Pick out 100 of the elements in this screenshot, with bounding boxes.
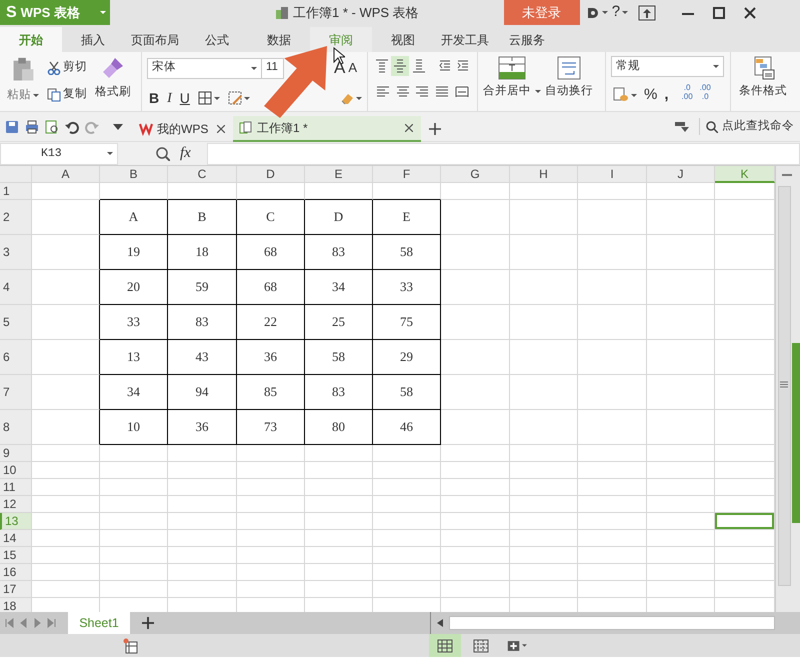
- column-header[interactable]: G: [441, 166, 510, 183]
- shrink-font-button[interactable]: A: [345, 56, 358, 80]
- dropdown-icon[interactable]: [113, 124, 123, 130]
- paste-button[interactable]: 粘贴: [5, 84, 41, 107]
- row-header[interactable]: 10: [0, 462, 32, 479]
- scroll-thumb[interactable]: [449, 616, 775, 630]
- row-header[interactable]: 17: [0, 581, 32, 598]
- copy-button[interactable]: 复制: [45, 83, 89, 107]
- print-icon[interactable]: [25, 120, 39, 134]
- ribbon-tab[interactable]: 页面布局: [124, 27, 186, 52]
- table-cell: 20: [100, 270, 168, 305]
- italic-button[interactable]: I: [165, 86, 174, 110]
- column-header[interactable]: D: [237, 166, 305, 183]
- column-header[interactable]: A: [32, 166, 100, 183]
- table-cell: 10: [100, 410, 168, 445]
- row-header[interactable]: 5: [0, 305, 32, 340]
- caret-icon: [100, 11, 106, 14]
- font-size-field[interactable]: 11: [262, 58, 284, 78]
- row-header[interactable]: 14: [0, 530, 32, 547]
- caret-icon: [356, 96, 362, 100]
- print-preview-icon[interactable]: [45, 120, 59, 134]
- view-button[interactable]: [429, 634, 461, 657]
- sheet-tab[interactable]: Sheet1: [68, 612, 130, 634]
- undo-icon[interactable]: [65, 120, 79, 134]
- vertical-scrollbar[interactable]: [775, 166, 800, 612]
- ribbon-tab[interactable]: 视图: [372, 27, 434, 52]
- table-cell: 75: [373, 305, 441, 340]
- save-icon[interactable]: [5, 120, 19, 134]
- selected-cell[interactable]: [715, 513, 775, 530]
- decrease-decimal-button[interactable]: .00 .0: [698, 83, 713, 107]
- row-header[interactable]: 18: [0, 598, 32, 612]
- scroll-thumb[interactable]: [778, 186, 791, 586]
- column-header[interactable]: B: [100, 166, 168, 183]
- row-header[interactable]: 11: [0, 479, 32, 496]
- ribbon-tab[interactable]: 数据: [248, 27, 310, 52]
- insert-function-button[interactable]: fx: [178, 142, 193, 166]
- document-tab[interactable]: 工作簿1 *: [233, 116, 421, 142]
- table-cell: 58: [373, 235, 441, 270]
- align-middle-button[interactable]: [391, 56, 410, 76]
- name-box[interactable]: K13: [0, 142, 118, 164]
- add-sheet-icon[interactable]: [142, 617, 154, 629]
- table-cell: D: [305, 200, 373, 235]
- row-header[interactable]: 3: [0, 235, 32, 270]
- table-cell: 33: [100, 305, 168, 340]
- row-header[interactable]: 8: [0, 410, 32, 445]
- underline-button[interactable]: U: [178, 86, 192, 110]
- column-header[interactable]: F: [373, 166, 441, 183]
- ribbon-tab[interactable]: 开始: [0, 27, 62, 52]
- row-header[interactable]: 7: [0, 375, 32, 410]
- document-tab[interactable]: 我的WPS: [133, 116, 233, 142]
- table-cell: 34: [100, 375, 168, 410]
- table-cell: E: [373, 200, 441, 235]
- column-header[interactable]: J: [647, 166, 715, 183]
- ribbon-tab[interactable]: 开发工具: [434, 27, 496, 52]
- command-search-field[interactable]: 点此查找命令: [699, 118, 800, 136]
- panel-toggle-icon[interactable]: [675, 120, 689, 132]
- row-header[interactable]: 9: [0, 445, 32, 462]
- row-header[interactable]: 15: [0, 547, 32, 564]
- conditional-format-button[interactable]: 条件格式: [737, 56, 789, 108]
- document-status-icon[interactable]: [123, 638, 139, 654]
- percent-button[interactable]: %: [642, 83, 660, 107]
- table-cell: 22: [237, 305, 305, 340]
- table-cell: 94: [168, 375, 237, 410]
- row-header[interactable]: 12: [0, 496, 32, 513]
- row-header[interactable]: 1: [0, 183, 32, 200]
- caret-icon: [622, 11, 628, 14]
- ribbon-tab[interactable]: 云服务: [496, 27, 558, 52]
- format-painter-button[interactable]: 格式刷: [93, 56, 133, 108]
- column-header[interactable]: C: [168, 166, 237, 183]
- ribbon-tab[interactable]: 插入: [62, 27, 124, 52]
- close-icon[interactable]: [744, 6, 756, 18]
- table-cell: 25: [305, 305, 373, 340]
- close-tab-button[interactable]: [403, 124, 415, 132]
- column-header[interactable]: I: [578, 166, 647, 183]
- cut-button[interactable]: 剪切: [45, 56, 89, 80]
- merge-center-button[interactable]: 合并居中: [483, 56, 541, 108]
- column-header[interactable]: H: [510, 166, 578, 183]
- bold-button[interactable]: B: [147, 86, 162, 110]
- wrap-text-button[interactable]: 自动换行: [545, 56, 593, 108]
- ribbon-tab[interactable]: 公式: [186, 27, 248, 52]
- row-header[interactable]: 16: [0, 564, 32, 581]
- close-tab-button[interactable]: [215, 124, 227, 132]
- pin-icon[interactable]: [638, 4, 656, 20]
- app-dropdown-button[interactable]: [96, 0, 110, 25]
- maximize-icon[interactable]: [713, 6, 726, 18]
- row-header[interactable]: 4: [0, 270, 32, 305]
- comma-button[interactable]: ,: [662, 83, 671, 107]
- number-format-field[interactable]: 常规: [611, 56, 724, 77]
- row-header[interactable]: 6: [0, 340, 32, 375]
- increase-decimal-button[interactable]: .0 .00: [680, 83, 695, 107]
- table-cell: 33: [373, 270, 441, 305]
- new-tab-icon[interactable]: [429, 122, 441, 134]
- row-header[interactable]: 2: [0, 200, 32, 235]
- zoom-formula-icon[interactable]: [156, 146, 170, 160]
- formula-input[interactable]: [206, 142, 800, 164]
- column-header[interactable]: E: [305, 166, 373, 183]
- help-button[interactable]: ?: [610, 0, 630, 24]
- font-name-field[interactable]: 宋体: [147, 58, 262, 78]
- scroll-left-icon[interactable]: [437, 619, 443, 627]
- horizontal-scrollbar[interactable]: [430, 612, 775, 634]
